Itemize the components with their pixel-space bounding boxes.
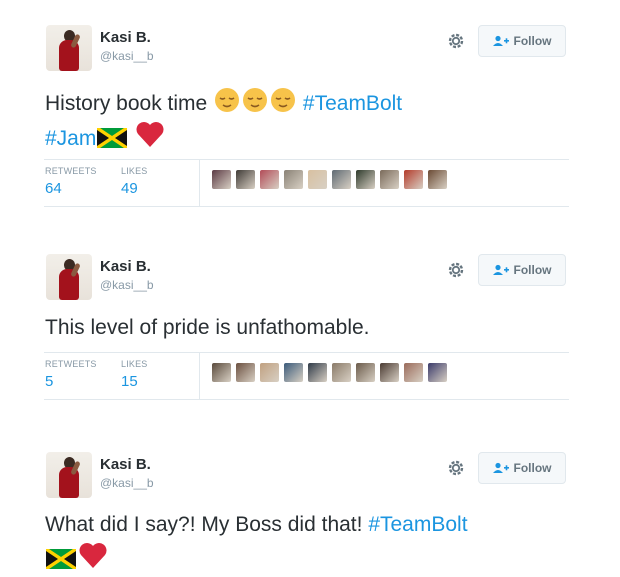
likes-stat[interactable]: LIKES 49 — [121, 166, 148, 197]
relieved-face-icon — [215, 88, 240, 112]
user-handle[interactable]: @kasi__b — [100, 49, 154, 63]
user-handle[interactable]: @kasi__b — [100, 476, 154, 490]
follow-label: Follow — [513, 263, 552, 277]
liker-avatars — [212, 363, 447, 382]
retweets-stat[interactable]: RETWEETS 5 — [45, 359, 97, 390]
liker-avatar[interactable] — [212, 170, 231, 189]
add-user-icon — [492, 462, 509, 473]
liker-avatar[interactable] — [332, 363, 351, 382]
liker-avatar[interactable] — [428, 363, 447, 382]
hashtag-link[interactable]: #TeamBolt — [303, 92, 402, 115]
jamaica-flag-icon — [97, 128, 128, 148]
liker-avatar[interactable] — [404, 170, 423, 189]
red-heart-icon — [79, 543, 107, 568]
follow-label: Follow — [513, 34, 552, 48]
user-name[interactable]: Kasi B. — [100, 456, 151, 473]
jamaica-flag-icon — [46, 549, 76, 569]
liker-avatar[interactable] — [356, 363, 375, 382]
liker-avatar[interactable] — [236, 363, 255, 382]
tweet-3: Kasi B. @kasi__b Follow What did I say?!… — [44, 452, 569, 572]
follow-label: Follow — [513, 461, 552, 475]
liker-avatar[interactable] — [380, 363, 399, 382]
follow-button[interactable]: Follow — [478, 254, 566, 286]
liker-avatar[interactable] — [260, 170, 279, 189]
liker-avatar[interactable] — [212, 363, 231, 382]
stats-divider — [199, 353, 200, 399]
retweets-count: 5 — [45, 373, 54, 390]
user-handle[interactable]: @kasi__b — [100, 278, 154, 292]
add-user-icon — [492, 264, 509, 275]
tweet-2: Kasi B. @kasi__b Follow This level of pr… — [44, 254, 569, 404]
tweet-text: This level of pride is unfathomable. — [45, 316, 370, 339]
liker-avatar[interactable] — [332, 170, 351, 189]
tweet-stats: RETWEETS 5 LIKES 15 — [44, 352, 569, 400]
retweets-stat[interactable]: RETWEETS 64 — [45, 166, 97, 197]
stats-divider — [199, 160, 200, 206]
avatar[interactable] — [46, 254, 92, 300]
avatar[interactable] — [46, 452, 92, 498]
tweet-stats: RETWEETS 64 LIKES 49 — [44, 159, 569, 207]
liker-avatar[interactable] — [308, 170, 327, 189]
liker-avatar[interactable] — [260, 363, 279, 382]
gear-icon[interactable] — [446, 260, 466, 280]
tweet-text: What did I say?! My Boss did that! #Team… — [45, 509, 468, 576]
likes-count: 49 — [121, 180, 138, 197]
tweet-1: Kasi B. @kasi__b Follow History book tim… — [44, 25, 569, 207]
likes-count: 15 — [121, 373, 138, 390]
liker-avatar[interactable] — [380, 170, 399, 189]
tweet-text: History book time #TeamBolt #Jam — [45, 87, 402, 155]
liker-avatar[interactable] — [428, 170, 447, 189]
red-heart-icon — [136, 122, 164, 147]
relieved-face-icon — [271, 88, 296, 112]
likes-stat[interactable]: LIKES 15 — [121, 359, 148, 390]
user-name[interactable]: Kasi B. — [100, 258, 151, 275]
user-name[interactable]: Kasi B. — [100, 29, 151, 46]
liker-avatar[interactable] — [236, 170, 255, 189]
follow-button[interactable]: Follow — [478, 25, 566, 57]
liker-avatar[interactable] — [308, 363, 327, 382]
hashtag-link[interactable]: #TeamBolt — [368, 513, 467, 536]
avatar[interactable] — [46, 25, 92, 71]
liker-avatar[interactable] — [284, 170, 303, 189]
gear-icon[interactable] — [446, 458, 466, 478]
follow-button[interactable]: Follow — [478, 452, 566, 484]
add-user-icon — [492, 35, 509, 46]
liker-avatar[interactable] — [356, 170, 375, 189]
liker-avatar[interactable] — [404, 363, 423, 382]
gear-icon[interactable] — [446, 31, 466, 51]
liker-avatar[interactable] — [284, 363, 303, 382]
hashtag-link[interactable]: #Jam — [45, 127, 96, 150]
liker-avatars — [212, 170, 447, 189]
retweets-count: 64 — [45, 180, 62, 197]
relieved-face-icon — [243, 88, 268, 112]
